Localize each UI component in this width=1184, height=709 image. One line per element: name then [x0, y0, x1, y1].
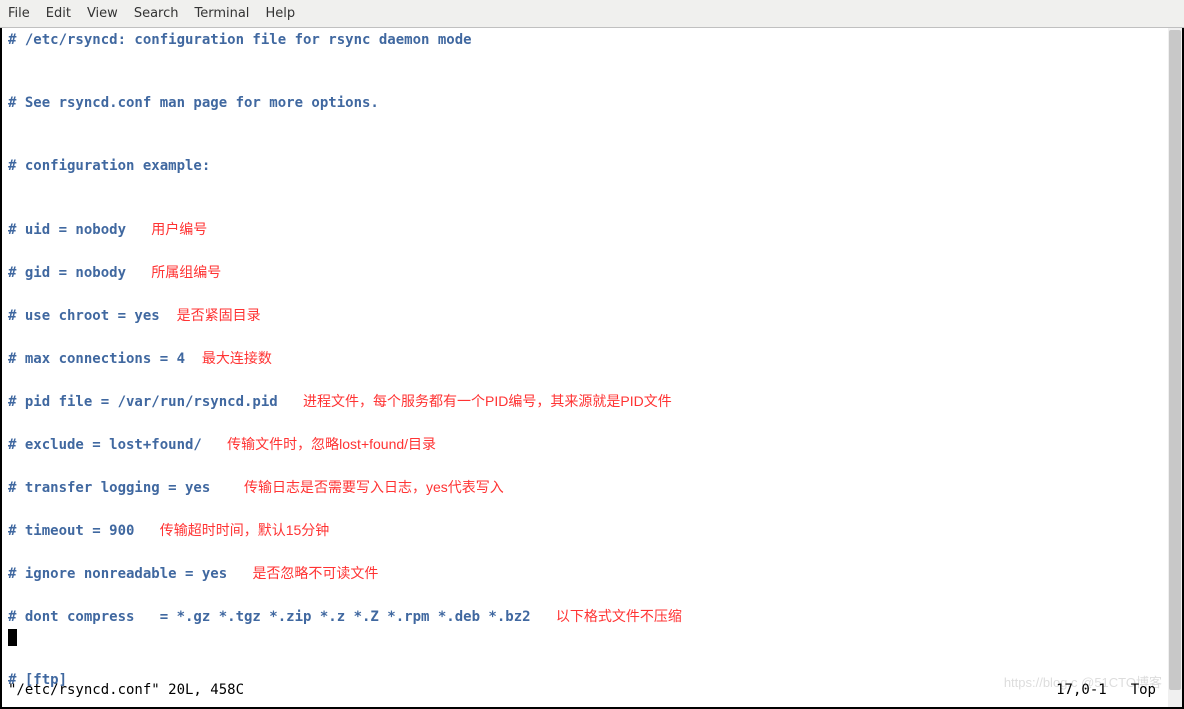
editor-line — [8, 241, 1176, 262]
annotation-text: 是否忽略不可读文件 — [252, 565, 378, 581]
code-text: # dont compress = *.gz *.tgz *.zip *.z *… — [8, 609, 556, 625]
status-scroll: Top — [1131, 680, 1156, 701]
code-text: # See rsyncd.conf man page for more opti… — [8, 95, 379, 111]
scrollbar-thumb[interactable] — [1169, 30, 1181, 690]
annotation-text: 所属组编号 — [151, 264, 221, 280]
editor-line: # gid = nobody 所属组编号 — [8, 262, 1176, 284]
scrollbar-track[interactable] — [1168, 28, 1182, 707]
editor-line — [8, 51, 1176, 72]
code-text: # /etc/rsyncd: configuration file for rs… — [8, 32, 472, 48]
editor-line — [8, 413, 1176, 434]
editor-line: # uid = nobody 用户编号 — [8, 219, 1176, 241]
editor-line — [8, 327, 1176, 348]
cursor — [8, 629, 17, 646]
editor-line — [8, 585, 1176, 606]
editor-line — [8, 370, 1176, 391]
code-text: # uid = nobody — [8, 222, 151, 238]
editor-line — [8, 114, 1176, 135]
code-text: # max connections = 4 — [8, 351, 202, 367]
terminal-editor[interactable]: # /etc/rsyncd: configuration file for rs… — [0, 28, 1184, 709]
code-text: # pid file = /var/run/rsyncd.pid — [8, 394, 303, 410]
editor-line — [8, 649, 1176, 670]
editor-line: # use chroot = yes 是否紧固目录 — [8, 305, 1176, 327]
editor-line — [8, 542, 1176, 563]
editor-line — [8, 198, 1176, 219]
annotation-text: 传输日志是否需要写入日志，yes代表写入 — [244, 479, 504, 495]
editor-line — [8, 456, 1176, 477]
editor-line: # exclude = lost+found/ 传输文件时，忽略lost+fou… — [8, 434, 1176, 456]
menu-help[interactable]: Help — [265, 6, 295, 21]
annotation-text: 用户编号 — [151, 221, 207, 237]
code-text: # ignore nonreadable = yes — [8, 566, 252, 582]
menu-edit[interactable]: Edit — [46, 6, 71, 21]
annotation-text: 传输文件时，忽略lost+found/目录 — [227, 436, 436, 452]
editor-line — [8, 628, 1176, 649]
editor-line — [8, 177, 1176, 198]
statusbar: "/etc/rsyncd.conf" 20L, 458C 17,0-1 Top — [8, 680, 1176, 701]
code-text: # use chroot = yes — [8, 308, 177, 324]
menu-view[interactable]: View — [87, 6, 118, 21]
status-file-info: "/etc/rsyncd.conf" 20L, 458C — [8, 680, 244, 701]
menu-file[interactable]: File — [8, 6, 30, 21]
annotation-text: 进程文件，每个服务都有一个PID编号，其来源就是PID文件 — [303, 393, 672, 409]
editor-line — [8, 499, 1176, 520]
annotation-text: 以下格式文件不压缩 — [556, 608, 682, 624]
code-text: # transfer logging = yes — [8, 480, 244, 496]
menu-terminal[interactable]: Terminal — [194, 6, 249, 21]
annotation-text: 是否紧固目录 — [177, 307, 261, 323]
editor-line: # transfer logging = yes 传输日志是否需要写入日志，ye… — [8, 477, 1176, 499]
editor-line: # dont compress = *.gz *.tgz *.zip *.z *… — [8, 606, 1176, 628]
editor-line — [8, 72, 1176, 93]
code-text: # gid = nobody — [8, 265, 151, 281]
editor-line: # configuration example: — [8, 156, 1176, 177]
editor-line: # /etc/rsyncd: configuration file for rs… — [8, 30, 1176, 51]
status-position: 17,0-1 — [1056, 680, 1107, 701]
editor-line — [8, 284, 1176, 305]
menubar: File Edit View Search Terminal Help — [0, 0, 1184, 28]
editor-line — [8, 135, 1176, 156]
editor-line: # max connections = 4 最大连接数 — [8, 348, 1176, 370]
menu-search[interactable]: Search — [134, 6, 179, 21]
annotation-text: 传输超时时间，默认15分钟 — [160, 522, 330, 538]
code-text: # exclude = lost+found/ — [8, 437, 227, 453]
editor-line: # pid file = /var/run/rsyncd.pid 进程文件，每个… — [8, 391, 1176, 413]
code-text: # timeout = 900 — [8, 523, 160, 539]
code-text: # configuration example: — [8, 158, 210, 174]
editor-line: # See rsyncd.conf man page for more opti… — [8, 93, 1176, 114]
editor-line: # ignore nonreadable = yes 是否忽略不可读文件 — [8, 563, 1176, 585]
annotation-text: 最大连接数 — [202, 350, 272, 366]
editor-line: # timeout = 900 传输超时时间，默认15分钟 — [8, 520, 1176, 542]
